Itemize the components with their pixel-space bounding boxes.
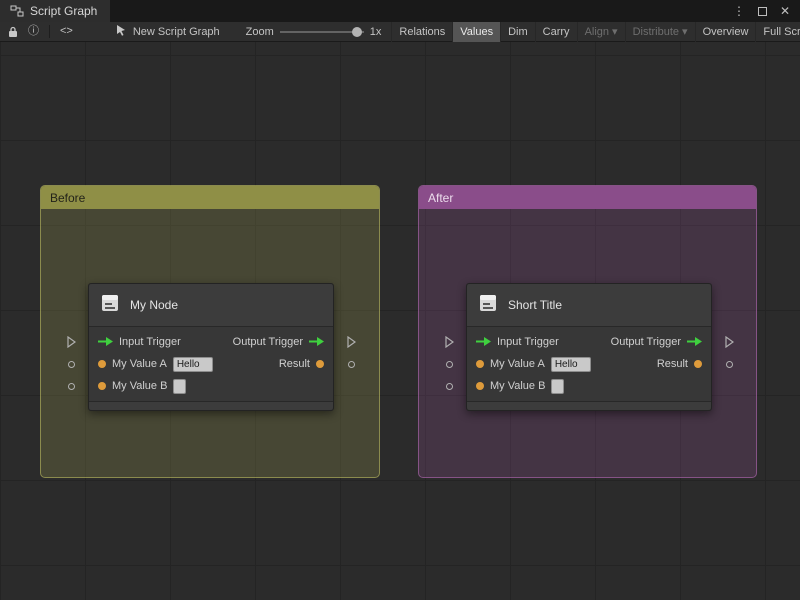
tab-title: Script Graph bbox=[30, 4, 98, 18]
code-icon[interactable]: <> bbox=[60, 26, 73, 37]
close-icon[interactable]: ✕ bbox=[780, 5, 790, 17]
port-row-value-b: My Value B bbox=[445, 375, 711, 397]
value-a-field[interactable] bbox=[172, 356, 213, 372]
node-short-title[interactable]: Short Title Input Trigger Output Trigger bbox=[445, 283, 734, 411]
value-input-icon[interactable] bbox=[98, 382, 106, 390]
value-input-icon[interactable] bbox=[98, 360, 106, 368]
zoom-label: Zoom bbox=[245, 25, 274, 38]
value-output-icon[interactable] bbox=[694, 360, 702, 368]
value-b-label: My Value B bbox=[490, 380, 546, 392]
fullscreen-button[interactable]: Full Screen bbox=[755, 21, 800, 42]
node-header[interactable]: Short Title bbox=[467, 284, 711, 327]
node-my-node[interactable]: My Node Input Trigger Output Trigger My … bbox=[67, 283, 356, 411]
group-title: Before bbox=[50, 190, 86, 205]
port-row-trigger: Input Trigger Output Trigger bbox=[67, 331, 356, 353]
info-icon[interactable]: ⓘ bbox=[28, 26, 39, 37]
window-controls: ⋮ ✕ bbox=[733, 0, 800, 22]
external-value-b-port[interactable] bbox=[64, 379, 78, 393]
value-a-field[interactable] bbox=[550, 356, 591, 372]
node-body: Input Trigger Output Trigger My Value A bbox=[445, 327, 734, 401]
output-trigger-label: Output Trigger bbox=[610, 336, 681, 348]
relations-button[interactable]: Relations bbox=[391, 21, 452, 42]
external-input-port[interactable] bbox=[442, 335, 456, 349]
result-label: Result bbox=[278, 358, 310, 370]
unit-icon bbox=[99, 292, 121, 319]
align-button[interactable]: Align ▾ bbox=[576, 21, 625, 42]
toolbar-separator bbox=[49, 25, 50, 38]
pointer-icon bbox=[115, 24, 127, 39]
tab-script-graph[interactable]: Script Graph bbox=[0, 0, 110, 22]
node-footer bbox=[467, 401, 711, 410]
toolbar-buttons: Relations Values Dim Carry Align ▾ Distri… bbox=[391, 21, 800, 42]
input-trigger-label: Input Trigger bbox=[497, 336, 559, 348]
node-body: Input Trigger Output Trigger My Value A bbox=[67, 327, 356, 401]
unity-window: Script Graph ⋮ ✕ ⓘ <> New Script Graph Z… bbox=[0, 0, 800, 600]
external-result-port[interactable] bbox=[722, 357, 736, 371]
group-before-header[interactable]: Before bbox=[41, 186, 379, 209]
group-after-header[interactable]: After bbox=[419, 186, 756, 209]
external-output-port[interactable] bbox=[344, 335, 358, 349]
value-b-field[interactable] bbox=[551, 378, 565, 394]
menu-icon[interactable]: ⋮ bbox=[733, 5, 745, 17]
tab-bar: Script Graph ⋮ ✕ bbox=[0, 0, 800, 22]
zoom-slider-knob[interactable] bbox=[352, 26, 363, 37]
node-title: Short Title bbox=[508, 298, 563, 312]
value-a-label: My Value A bbox=[112, 358, 167, 370]
lock-icon[interactable] bbox=[8, 26, 18, 38]
node-footer bbox=[89, 401, 333, 410]
maximize-icon[interactable] bbox=[757, 6, 767, 16]
new-script-graph-label: New Script Graph bbox=[132, 25, 220, 38]
graph-canvas[interactable]: Before After My Node Input Trigger Outpu… bbox=[0, 42, 800, 600]
value-a-label: My Value A bbox=[490, 358, 545, 370]
flow-output-icon[interactable] bbox=[309, 333, 324, 351]
port-row-value-a: My Value A Result bbox=[445, 353, 733, 375]
new-script-graph-button[interactable]: New Script Graph bbox=[115, 24, 220, 39]
script-graph-icon bbox=[10, 5, 24, 17]
graph-toolbar: ⓘ <> New Script Graph Zoom 1x Relations … bbox=[0, 21, 800, 42]
result-label: Result bbox=[656, 358, 688, 370]
port-row-trigger: Input Trigger Output Trigger bbox=[445, 331, 734, 353]
value-output-icon[interactable] bbox=[316, 360, 324, 368]
node-header[interactable]: My Node bbox=[89, 284, 333, 327]
zoom-value: 1x bbox=[369, 25, 382, 38]
external-input-port[interactable] bbox=[64, 335, 78, 349]
distribute-button[interactable]: Distribute ▾ bbox=[624, 21, 695, 42]
value-input-icon[interactable] bbox=[476, 360, 484, 368]
value-input-icon[interactable] bbox=[476, 382, 484, 390]
value-b-field[interactable] bbox=[173, 378, 187, 394]
input-trigger-label: Input Trigger bbox=[119, 336, 181, 348]
group-title: After bbox=[428, 190, 454, 205]
zoom-control: Zoom 1x bbox=[246, 26, 382, 38]
external-value-a-port[interactable] bbox=[442, 357, 456, 371]
flow-input-icon[interactable] bbox=[476, 333, 491, 351]
values-button[interactable]: Values bbox=[452, 21, 501, 42]
chevron-down-icon: ▾ bbox=[612, 26, 618, 38]
external-value-b-port[interactable] bbox=[442, 379, 456, 393]
external-output-port[interactable] bbox=[722, 335, 736, 349]
value-b-label: My Value B bbox=[112, 380, 168, 392]
output-trigger-label: Output Trigger bbox=[232, 336, 303, 348]
chevron-down-icon: ▾ bbox=[682, 26, 688, 38]
overview-button[interactable]: Overview bbox=[694, 21, 756, 42]
port-row-value-a: My Value A Result bbox=[67, 353, 355, 375]
flow-output-icon[interactable] bbox=[687, 333, 702, 351]
flow-input-icon[interactable] bbox=[98, 333, 113, 351]
zoom-slider[interactable] bbox=[279, 26, 364, 38]
carry-button[interactable]: Carry bbox=[534, 21, 577, 42]
node-title: My Node bbox=[130, 298, 179, 312]
unit-icon bbox=[477, 292, 499, 319]
external-result-port[interactable] bbox=[344, 357, 358, 371]
dim-button[interactable]: Dim bbox=[500, 21, 535, 42]
external-value-a-port[interactable] bbox=[64, 357, 78, 371]
port-row-value-b: My Value B bbox=[67, 375, 333, 397]
